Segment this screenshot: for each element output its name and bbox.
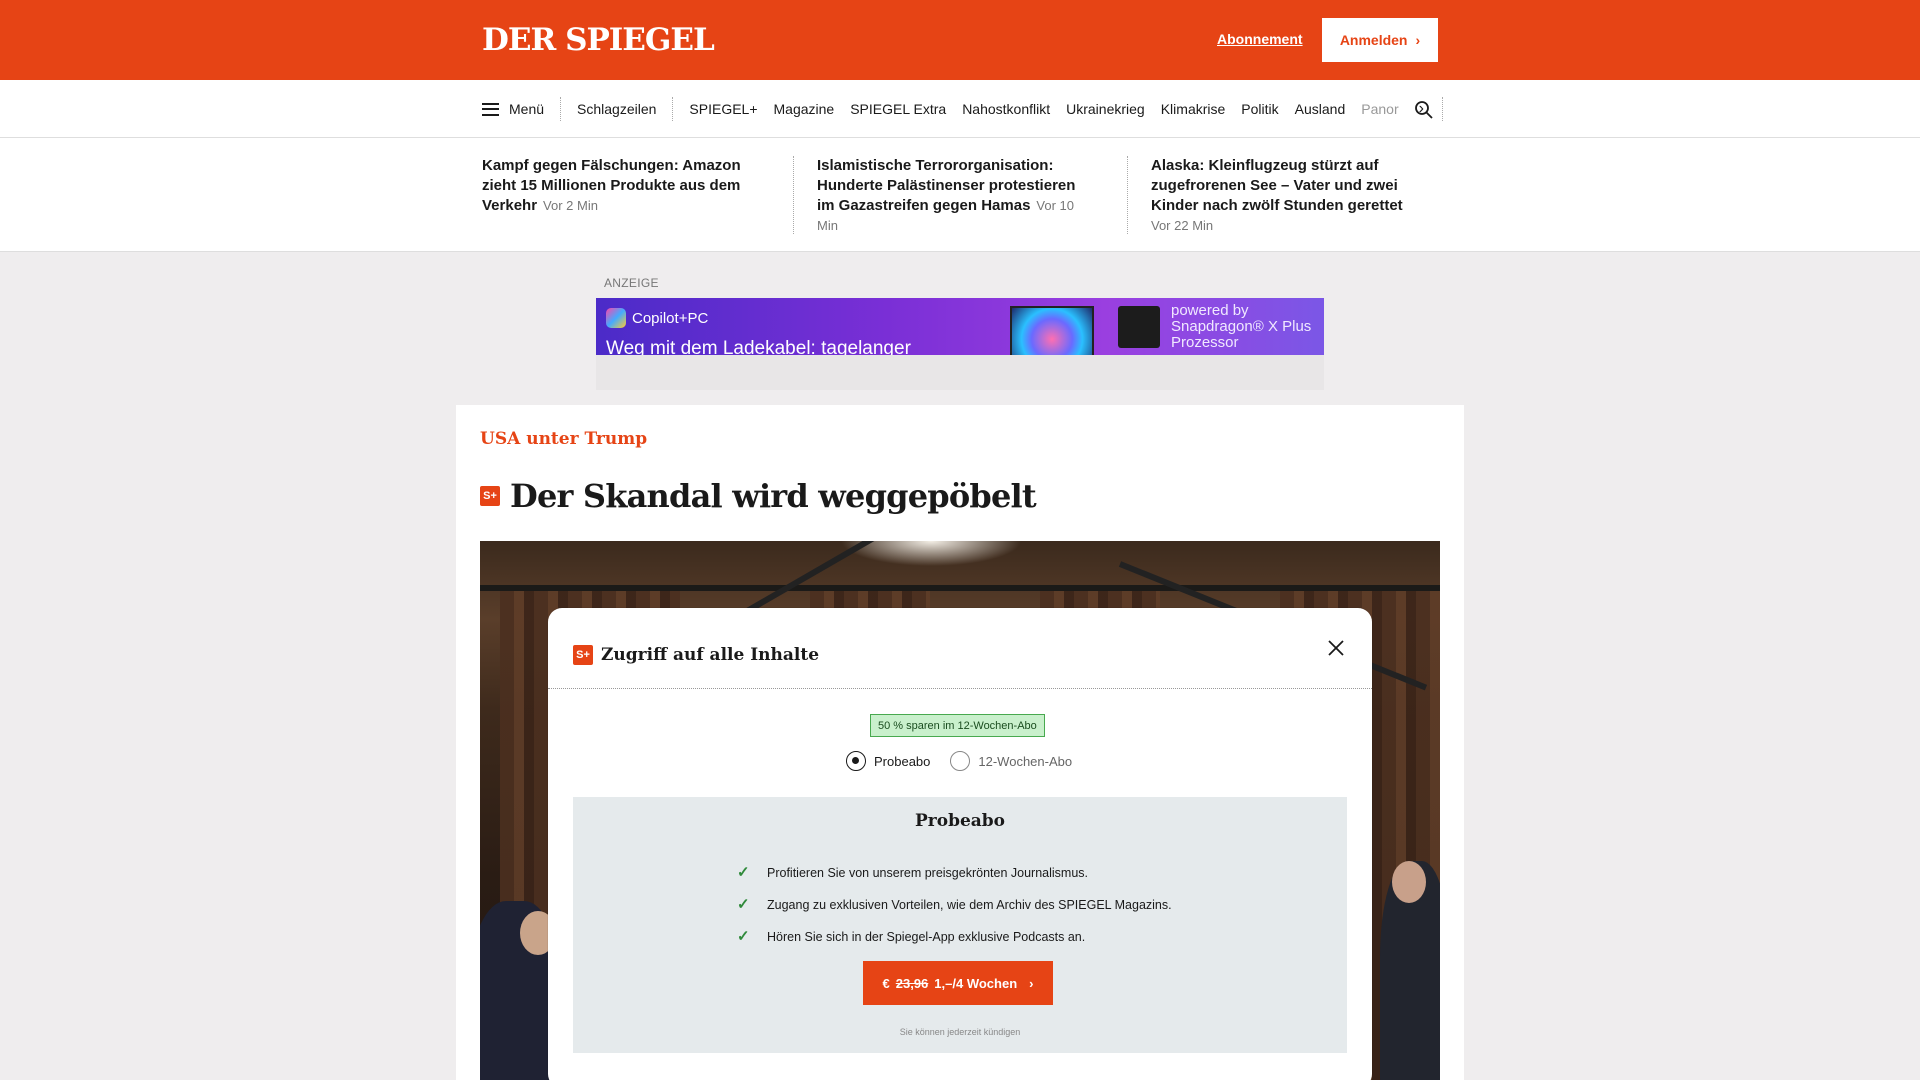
top-bar: DER SPIEGEL Abonnement Anmelden › xyxy=(0,0,1920,80)
radio-button-selected[interactable] xyxy=(846,751,866,771)
spiegel-plus-badge: S+ xyxy=(573,645,593,665)
teaser-time: Vor 2 Min xyxy=(543,198,598,213)
subscribe-button[interactable]: € 23,96 1,–/4 Wochen › xyxy=(863,961,1053,1005)
login-button[interactable]: Anmelden › xyxy=(1322,18,1438,62)
checkmark-icon: ✓ xyxy=(737,864,750,881)
benefit-item: ✓ Hören Sie sich in der Spiegel-App exkl… xyxy=(737,921,1172,953)
hamburger-icon xyxy=(482,102,499,116)
nav-item-klimakrise[interactable]: Klimakrise xyxy=(1153,101,1234,117)
benefit-text: Zugang zu exklusiven Vorteilen, wie dem … xyxy=(767,898,1172,912)
cancel-note: Sie können jederzeit kündigen xyxy=(899,1027,1021,1037)
teaser-item[interactable]: Alaska: Kleinflugzeug stürzt auf zugefro… xyxy=(1151,156,1431,236)
radio-label: 12-Wochen-Abo xyxy=(978,753,1073,769)
article-headline: Der Skandal wird weggepöbelt xyxy=(510,477,1037,515)
savings-badge: 50 % sparen im 12-Wochen-Abo xyxy=(870,714,1045,737)
article-kicker[interactable]: USA unter Trump xyxy=(480,429,647,449)
nav-item-magazine[interactable]: Magazine xyxy=(766,101,843,117)
chevron-right-icon: › xyxy=(1029,975,1034,991)
nav-item-nahostkonflikt[interactable]: Nahostkonflikt xyxy=(954,101,1058,117)
menu-label: Menü xyxy=(509,101,545,117)
nav-item-spiegel-extra[interactable]: SPIEGEL Extra xyxy=(842,101,954,117)
teaser-item[interactable]: Kampf gegen Fälschungen: Amazon zieht 15… xyxy=(482,156,762,216)
ad-headline: Weg mit dem Ladekabel: tagelanger xyxy=(606,338,911,355)
radio-button[interactable] xyxy=(950,751,971,771)
login-button-label: Anmelden xyxy=(1339,32,1408,48)
checkmark-icon: ✓ xyxy=(737,928,750,945)
close-icon[interactable] xyxy=(1324,636,1348,660)
radio-12-wochen-abo[interactable]: 12-Wochen-Abo xyxy=(950,751,1072,771)
cta-new-price: 1,–/4 Wochen xyxy=(934,975,1018,991)
snapdragon-chip-image xyxy=(1118,306,1160,348)
nav-item-spiegel-plus[interactable]: SPIEGEL+ xyxy=(681,101,765,117)
benefit-text: Hören Sie sich in der Spiegel-App exklus… xyxy=(767,930,1086,944)
nav-item-ausland[interactable]: Ausland xyxy=(1287,101,1354,117)
spiegel-logo[interactable]: DER SPIEGEL xyxy=(482,22,715,58)
nav-item-panorama[interactable]: Panor xyxy=(1353,101,1406,117)
menu-button[interactable]: Menü xyxy=(482,97,562,121)
benefit-item: ✓ Zugang zu exklusiven Vorteilen, wie de… xyxy=(737,889,1172,921)
teaser-title: Kampf gegen Fälschungen: Amazon zieht 15… xyxy=(482,157,741,214)
subscription-link[interactable]: Abonnement xyxy=(1217,31,1303,47)
benefit-text: Profitieren Sie von unserem preisgekrönt… xyxy=(767,866,1088,880)
cta-currency: € xyxy=(882,975,890,991)
ad-brand: Copilot+PC xyxy=(606,308,708,328)
headline-ticker: Kampf gegen Fälschungen: Amazon zieht 15… xyxy=(0,138,1920,252)
ad-powered-by: powered by Snapdragon® X Plus Prozessor xyxy=(1171,302,1312,351)
plan-panel: Probeabo ✓ Profitieren Sie von unserem p… xyxy=(573,797,1347,1053)
section-nav: Menü Schlagzeilen SPIEGEL+ Magazine SPIE… xyxy=(0,80,1920,138)
teaser-divider xyxy=(1127,156,1128,234)
spiegel-plus-badge: S+ xyxy=(480,486,500,506)
chevron-right-icon: › xyxy=(1415,32,1421,48)
article-headline-row: S+ Der Skandal wird weggepöbelt xyxy=(480,477,1037,515)
radio-probeabo[interactable]: Probeabo xyxy=(846,751,930,771)
laptop-image xyxy=(1010,306,1094,355)
benefit-item: ✓ Profitieren Sie von unserem preisgekrö… xyxy=(737,857,1172,889)
nav-divider xyxy=(672,97,674,121)
nav-item-politik[interactable]: Politik xyxy=(1233,101,1286,117)
cta-old-price: 23,96 xyxy=(895,975,929,991)
teaser-divider xyxy=(793,156,794,234)
modal-header: S+ Zugriff auf alle Inhalte xyxy=(573,645,819,665)
checkmark-icon: ✓ xyxy=(737,896,750,913)
modal-title: Zugriff auf alle Inhalte xyxy=(601,645,820,665)
teaser-time: Vor 22 Min xyxy=(1151,218,1214,233)
ad-brand-label: Copilot+PC xyxy=(632,309,709,327)
copilot-icon xyxy=(606,308,626,328)
plan-title: Probeabo xyxy=(914,811,1006,831)
plan-selector: Probeabo 12-Wochen-Abo xyxy=(846,751,1072,771)
teaser-title: Alaska: Kleinflugzeug stürzt auf zugefro… xyxy=(1151,157,1403,214)
radio-label: Probeabo xyxy=(874,753,931,769)
teaser-item[interactable]: Islamistische Terrororganisation: Hunder… xyxy=(817,156,1097,236)
ad-banner[interactable]: Copilot+PC Weg mit dem Ladekabel: tagela… xyxy=(596,298,1324,355)
paywall-modal: S+ Zugriff auf alle Inhalte 50 % sparen … xyxy=(548,608,1372,1080)
ad-label: ANZEIGE xyxy=(604,276,659,290)
modal-divider xyxy=(548,688,1372,689)
nav-divider xyxy=(1441,97,1443,121)
search-icon[interactable] xyxy=(1414,100,1434,120)
benefits-list: ✓ Profitieren Sie von unserem preisgekrö… xyxy=(737,857,1172,953)
nav-item-schlagzeilen[interactable]: Schlagzeilen xyxy=(569,101,664,117)
nav-item-ukrainekrieg[interactable]: Ukrainekrieg xyxy=(1058,101,1153,117)
